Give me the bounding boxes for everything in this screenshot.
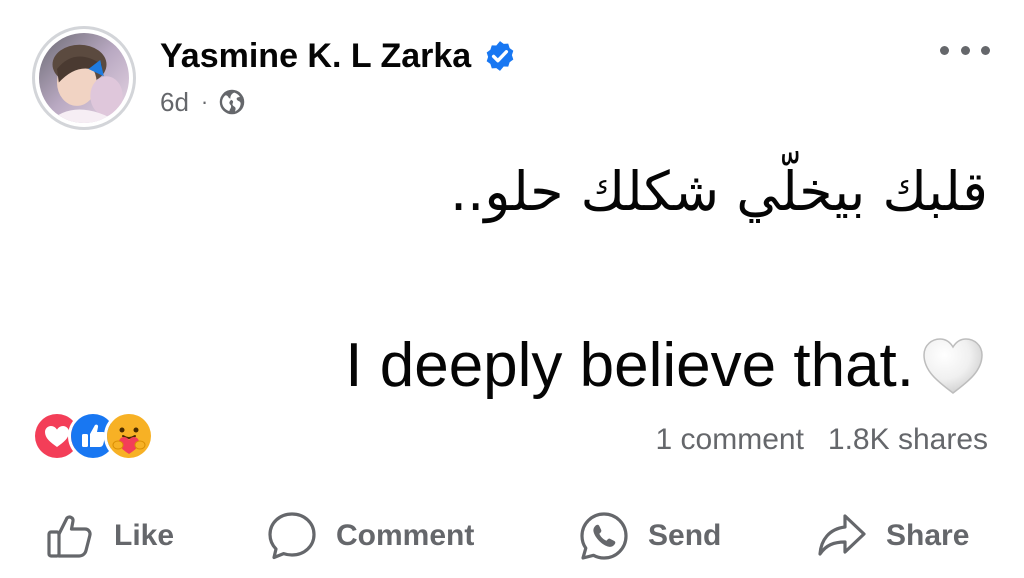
verified-badge-icon: [486, 41, 514, 71]
more-dot-icon: [940, 45, 949, 55]
share-label: Share: [886, 519, 970, 552]
profile-photo: [39, 33, 129, 123]
post-text-english-row: I deeply believe that.: [345, 326, 986, 406]
whatsapp-send-icon: [580, 512, 628, 560]
author-name[interactable]: Yasmine K. L Zarka: [160, 34, 471, 78]
like-button[interactable]: Like: [44, 506, 174, 566]
post-text-arabic: قلبك بيخلّي شكلك حلو..: [450, 160, 988, 223]
avatar[interactable]: [32, 26, 136, 130]
thumbs-up-icon: [47, 515, 92, 558]
share-button[interactable]: Share: [816, 506, 969, 566]
comment-bubble-icon: [268, 512, 316, 560]
care-reaction-icon: [104, 411, 154, 461]
engagement-counts: 1 comment 1.8K shares: [656, 420, 988, 460]
action-bar: Like Comment Send Share: [0, 506, 1024, 566]
comment-label: Comment: [336, 519, 475, 552]
share-arrow-icon: [818, 514, 866, 556]
more-options-button[interactable]: [940, 38, 990, 62]
author-name-row[interactable]: Yasmine K. L Zarka: [160, 34, 517, 78]
white-heart-icon: [923, 338, 983, 394]
comment-button[interactable]: Comment: [266, 506, 474, 566]
send-button[interactable]: Send: [578, 506, 721, 566]
globe-icon[interactable]: [218, 88, 246, 116]
post-meta: 6d ·: [160, 86, 246, 118]
comment-count[interactable]: 1 comment: [656, 420, 804, 460]
more-dot-icon: [960, 45, 970, 55]
share-count[interactable]: 1.8K shares: [828, 420, 988, 460]
send-label: Send: [648, 519, 722, 552]
more-dot-icon: [981, 45, 990, 55]
meta-separator: ·: [200, 89, 209, 114]
post-time[interactable]: 6d: [160, 86, 189, 118]
post-text-english: I deeply believe that.: [345, 331, 914, 400]
like-label: Like: [114, 519, 175, 552]
reactions-summary[interactable]: [32, 411, 154, 461]
